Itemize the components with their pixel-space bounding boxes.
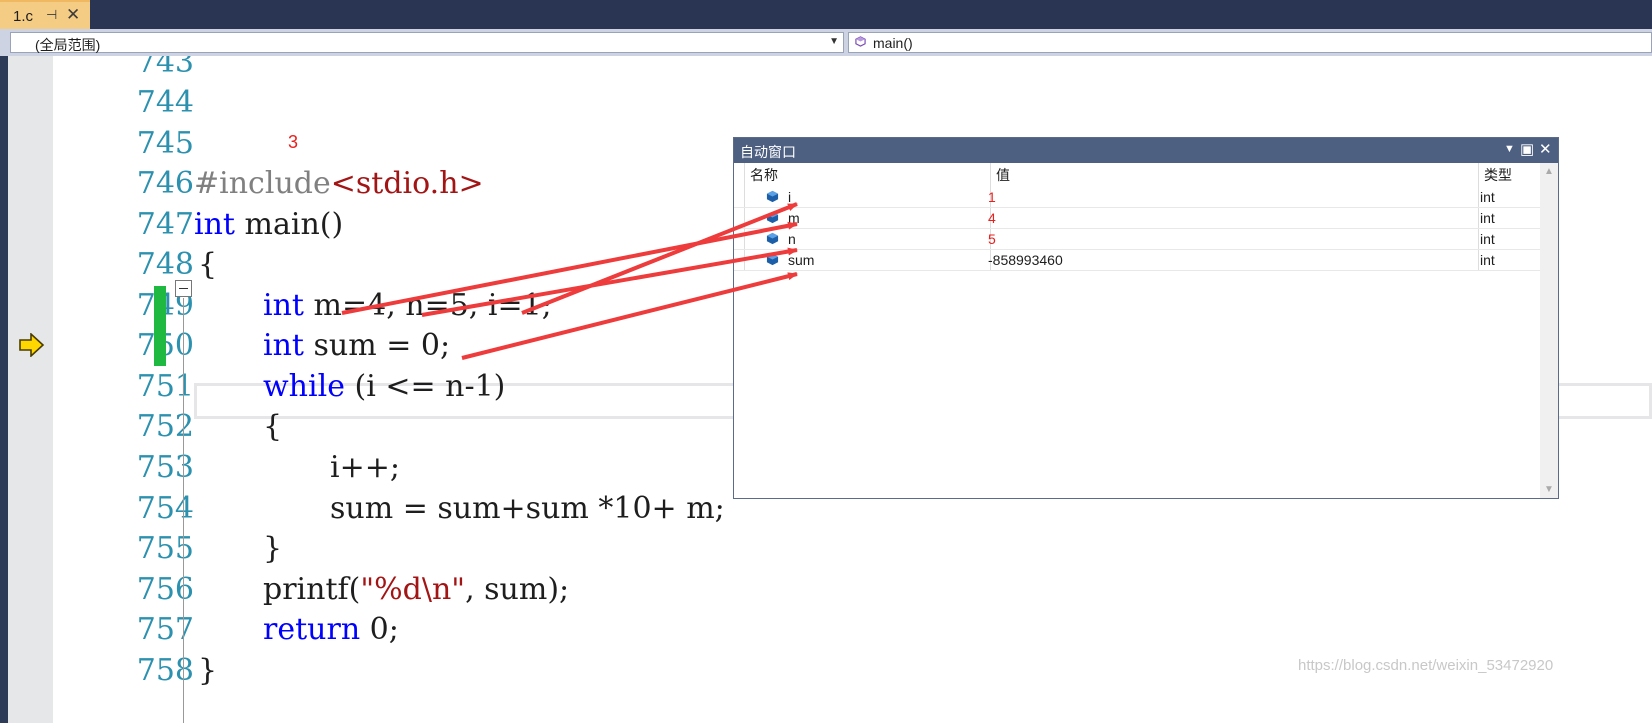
line-number: 758 [136, 653, 194, 688]
table-row[interactable]: sum -858993460 int [734, 250, 1540, 271]
close-icon[interactable]: ✕ [66, 5, 80, 25]
table-row[interactable]: m 4 int [734, 208, 1540, 229]
keyword: while [263, 369, 345, 404]
line-number: 751 [136, 369, 194, 404]
variable-value[interactable]: 5 [988, 231, 996, 247]
autos-window-title: 自动窗口 [740, 144, 796, 160]
scope-dropdown-value: (全局范围) [35, 37, 101, 53]
code-text: , sum); [465, 572, 570, 607]
scroll-down-icon[interactable]: ▼ [1544, 484, 1554, 495]
variable-type: int [1480, 210, 1495, 226]
code-line[interactable]: return 0; [263, 609, 399, 651]
column-header-type[interactable]: 类型 [1484, 165, 1512, 187]
string-literal: "%d\n" [360, 572, 466, 607]
table-row[interactable]: i 1 int [734, 187, 1540, 208]
keyword: return [263, 612, 361, 647]
function-icon [855, 36, 866, 47]
code-line[interactable]: } [198, 650, 217, 692]
variable-value[interactable]: -858993460 [988, 252, 1063, 268]
variable-name: sum [788, 252, 815, 268]
code-line[interactable]: { [198, 244, 217, 286]
variable-name: m [788, 210, 800, 226]
keyword: int [263, 328, 304, 363]
code-line[interactable]: #include<stdio.h> [194, 163, 484, 205]
table-row[interactable]: n 5 int [734, 229, 1540, 250]
watermark: https://blog.csdn.net/weixin_53472920 [1298, 657, 1554, 674]
line-number: 743 [136, 56, 194, 80]
pin-icon[interactable]: ⊣ [46, 7, 57, 23]
line-number: 744 [136, 85, 194, 120]
variable-icon [766, 211, 779, 224]
line-number: 754 [136, 491, 194, 526]
code-line[interactable]: sum = sum+sum *10+ m; [330, 488, 725, 530]
line-number: 757 [136, 612, 194, 647]
maximize-icon[interactable]: ▣ [1520, 140, 1534, 158]
document-tab[interactable]: 1.c ⊣ ✕ [0, 0, 90, 29]
line-number: 756 [136, 572, 194, 607]
code-line[interactable]: { [263, 406, 282, 448]
scope-dropdown[interactable]: (全局范围) ▼ [10, 32, 844, 53]
column-header-name[interactable]: 名称 [750, 165, 778, 187]
dropdown-arrow-icon[interactable]: ▼ [1504, 143, 1515, 155]
autos-window-titlebar[interactable]: 自动窗口 ▼ ▣ ✕ [734, 138, 1558, 163]
vertical-scrollbar[interactable]: ▲ ▼ [1540, 163, 1558, 498]
code-line[interactable]: int main() [194, 204, 343, 246]
line-number: 755 [136, 531, 194, 566]
tab-title: 1.c [13, 8, 34, 25]
outline-guide [183, 298, 184, 723]
variable-type: int [1480, 231, 1495, 247]
line-number: 747 [136, 207, 194, 242]
scroll-up-icon[interactable]: ▲ [1544, 166, 1554, 177]
column-header-value[interactable]: 值 [996, 165, 1010, 187]
variable-name: n [788, 231, 796, 247]
close-icon[interactable]: ✕ [1539, 140, 1552, 158]
line-number: 752 [136, 409, 194, 444]
change-tracking-bar [154, 286, 166, 366]
code-line[interactable]: i++; [330, 447, 400, 489]
code-line[interactable]: while (i <= n-1) [263, 366, 505, 408]
variable-name: i [788, 189, 792, 205]
code-text: printf( [263, 572, 361, 607]
function-dropdown-value: main() [873, 35, 913, 51]
variable-icon [766, 253, 779, 266]
line-number: 745 [136, 126, 194, 161]
code-line[interactable]: int sum = 0; [263, 325, 450, 367]
line-number: 753 [136, 450, 194, 485]
code-line[interactable]: printf("%d\n", sum); [263, 569, 569, 611]
keyword: int [194, 207, 235, 242]
code-text: (i <= n-1) [344, 369, 506, 404]
annotation-number: 3 [288, 132, 299, 152]
code-text: 0; [360, 612, 399, 647]
variable-icon [766, 190, 779, 203]
navigation-bar: (全局范围) ▼ main() [0, 29, 1652, 56]
code-text: main() [234, 207, 344, 242]
chevron-down-icon[interactable]: ▼ [829, 36, 839, 47]
line-number: 750 [98, 325, 194, 367]
include-target: <stdio.h> [330, 166, 484, 201]
variable-value[interactable]: 4 [988, 210, 996, 226]
line-number-gutter: 743 744 745 746 747 748 749 750 751 752 … [53, 56, 194, 723]
collapse-toggle[interactable] [175, 280, 192, 297]
variable-value[interactable]: 1 [988, 189, 996, 205]
code-line[interactable]: } [263, 528, 282, 570]
variable-type: int [1480, 252, 1495, 268]
keyword: int [263, 288, 304, 323]
document-tab-bar: 1.c ⊣ ✕ [0, 0, 1652, 29]
variable-icon [766, 232, 779, 245]
variable-type: int [1480, 189, 1495, 205]
glyph-margin[interactable] [8, 56, 53, 723]
preprocessor-directive: #include [194, 166, 331, 201]
line-number: 746 [136, 166, 194, 201]
current-statement-arrow-icon [19, 333, 45, 357]
code-line[interactable]: int m=4, n=5, i=1; [263, 285, 552, 327]
function-dropdown[interactable]: main() [848, 32, 1652, 53]
code-text: sum = 0; [303, 328, 451, 363]
code-text: m=4, n=5, i=1; [303, 288, 552, 323]
autos-window[interactable]: 自动窗口 ▼ ▣ ✕ 名称 值 类型 i 1 int m 4 int n 5 i… [733, 137, 1559, 499]
